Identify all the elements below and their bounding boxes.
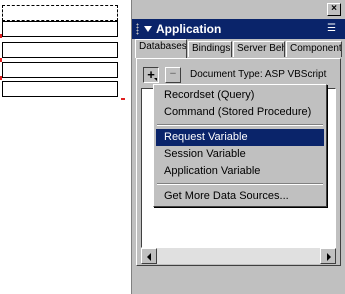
form-boundary-marker (121, 98, 125, 100)
form-field[interactable] (2, 62, 118, 78)
menu-item-request-variable[interactable]: Request Variable (156, 129, 324, 146)
design-canvas (0, 0, 130, 294)
panel-tabs: Databases Bindings Server Beh Component (132, 39, 345, 58)
form-field[interactable] (2, 81, 118, 97)
menu-separator (157, 183, 323, 185)
remove-data-source-button[interactable]: − (165, 67, 181, 83)
pane-toolbar: + − Document Type: ASP VBScript (143, 67, 333, 83)
tab-server-behaviors[interactable]: Server Beh (233, 41, 285, 57)
panel-frame-top: × (132, 0, 345, 17)
menu-separator (157, 124, 323, 126)
collapse-triangle-icon[interactable] (144, 26, 152, 32)
tab-bindings[interactable]: Bindings (188, 41, 232, 57)
menu-item-session-variable[interactable]: Session Variable (156, 146, 324, 163)
add-data-source-button[interactable]: + (143, 67, 159, 83)
options-menu-icon[interactable]: ☰ (327, 23, 339, 35)
form-boundary-marker (0, 34, 2, 38)
form-field[interactable] (2, 21, 118, 37)
grip-icon[interactable] (136, 23, 139, 35)
menu-item-recordset[interactable]: Recordset (Query) (156, 87, 324, 104)
scroll-left-button[interactable] (141, 248, 157, 264)
document-type-label: Document Type: ASP VBScript (190, 69, 327, 80)
tab-components[interactable]: Component (286, 41, 342, 57)
tab-databases[interactable]: Databases (135, 39, 187, 58)
horizontal-scrollbar[interactable] (141, 248, 336, 264)
scroll-right-button[interactable] (320, 248, 336, 264)
menu-item-application-variable[interactable]: Application Variable (156, 163, 324, 180)
panel-titlebar[interactable]: Application ☰ (132, 19, 345, 39)
add-data-source-menu: Recordset (Query) Command (Stored Proced… (153, 84, 327, 207)
form-field[interactable] (2, 42, 118, 58)
form-field-selected[interactable] (2, 5, 118, 21)
form-boundary-marker (0, 76, 2, 80)
arrow-right-icon (327, 253, 331, 261)
menu-item-get-more-data-sources[interactable]: Get More Data Sources... (156, 188, 324, 205)
arrow-left-icon (147, 253, 151, 261)
close-button[interactable]: × (327, 3, 341, 16)
panel-title: Application (156, 22, 222, 36)
menu-item-command[interactable]: Command (Stored Procedure) (156, 104, 324, 121)
form-boundary-marker (0, 58, 2, 62)
